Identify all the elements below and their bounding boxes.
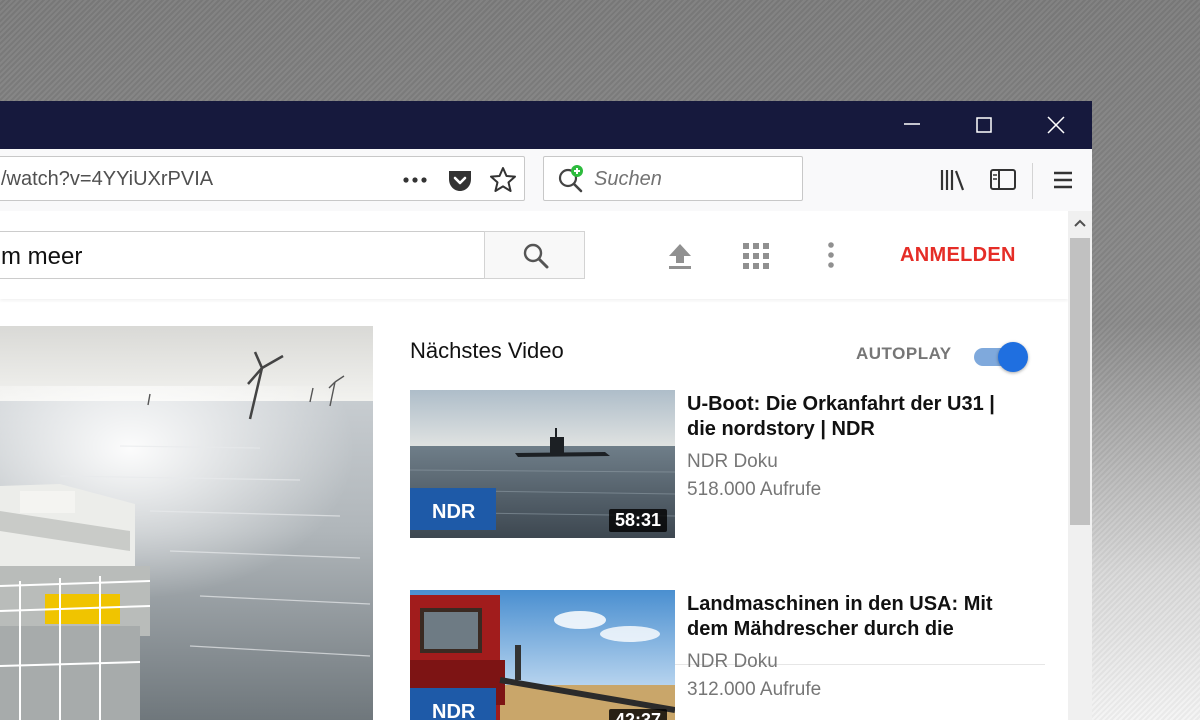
ndr-logo-1: NDR [410,488,496,530]
autoplay-toggle[interactable] [972,340,1032,374]
page-actions-icon[interactable] [401,166,429,194]
autoplay-label: AUTOPLAY [856,344,952,363]
toggle-knob[interactable] [998,342,1028,372]
bookmark-star-icon[interactable] [489,166,517,194]
apps-grid-icon[interactable] [741,241,771,271]
title-bar [0,101,1092,149]
ndr-logo-text-1: NDR [432,501,476,523]
search-placeholder: Suchen [594,168,662,190]
video-channel-1[interactable]: NDR Doku [687,451,778,473]
youtube-page: m meer ANMELDEN Nächstes Video AUTOPLAY … [0,211,1068,720]
youtube-search-button[interactable] [484,231,585,279]
video-thumbnail-2[interactable]: NDR 42:37 [410,590,675,720]
close-button[interactable] [1020,101,1092,149]
video-views-1: 518.000 Aufrufe [687,479,822,500]
video-list-item-2[interactable]: NDR 42:37 Landmaschinen in den USA: Mit … [410,590,1050,720]
pocket-icon[interactable] [446,166,474,194]
offshore-platform-image [0,326,373,720]
maximize-icon [976,117,992,133]
scrollbar-thumb[interactable] [1070,238,1090,525]
browser-search-bar[interactable]: Suchen [543,156,803,201]
youtube-search-query[interactable]: m meer [1,243,82,271]
minimize-icon [904,123,920,125]
upload-icon[interactable] [665,241,695,271]
url-bar[interactable]: /watch?v=4YYiUXrPVIA [0,156,525,201]
signin-button[interactable]: ANMELDEN [900,244,1016,267]
up-next-heading: Nächstes Video [410,338,564,363]
close-icon [1047,116,1065,134]
video-channel-2[interactable]: NDR Doku [687,651,778,673]
video-views-2: 312.000 Aufrufe [687,679,822,700]
more-options-icon[interactable] [816,241,846,271]
ndr-logo-text-2: NDR [432,701,476,720]
video-list-item-1[interactable]: NDR 58:31 U-Boot: Die Orkanfahrt der U31… [410,390,1050,540]
video-duration-1: 58:31 [608,509,667,532]
page-scrollbar[interactable] [1068,211,1092,720]
ndr-logo-2: NDR [410,688,496,720]
library-icon[interactable] [938,166,968,196]
scroll-up-arrow-icon[interactable] [1068,211,1092,235]
video-title-1[interactable]: U-Boot: Die Orkanfahrt der U31 | die nor… [687,392,1017,442]
video-title-2[interactable]: Landmaschinen in den USA: Mit dem Mähdre… [687,592,1017,642]
toolbar-separator [1032,163,1033,199]
minimize-button[interactable] [876,101,948,149]
maximize-button[interactable] [948,101,1020,149]
search-engine-icon[interactable] [556,164,586,194]
video-duration-2: 42:37 [608,709,667,720]
navigation-toolbar: /watch?v=4YYiUXrPVIA Suchen [0,149,1092,212]
search-icon [523,243,549,269]
video-thumbnail-1[interactable]: NDR 58:31 [410,390,675,538]
youtube-search-input[interactable]: m meer [0,231,485,279]
video-player[interactable] [0,326,373,720]
youtube-masthead: m meer ANMELDEN [0,211,1068,299]
url-text[interactable]: /watch?v=4YYiUXrPVIA [1,168,213,191]
sidebar-icon[interactable] [988,166,1018,196]
hamburger-menu-icon[interactable] [1050,166,1080,196]
